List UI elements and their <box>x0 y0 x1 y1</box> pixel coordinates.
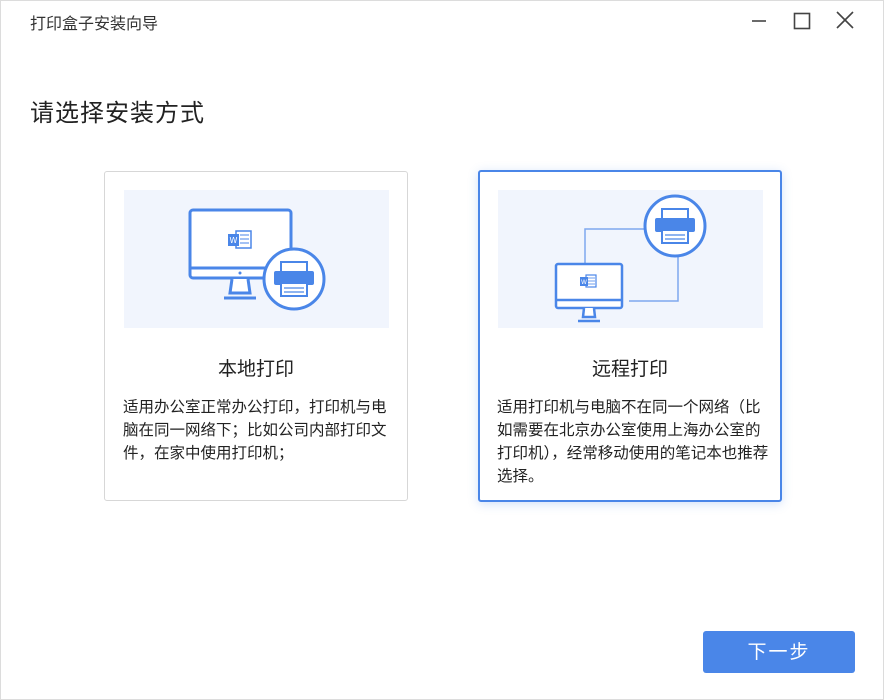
computer-icon <box>554 262 624 323</box>
close-button[interactable] <box>830 7 860 35</box>
window-title: 打印盒子安装向导 <box>30 14 159 33</box>
title-bar: 打印盒子安装向导 <box>1 1 883 41</box>
remote-print-illustration: W <box>498 190 763 328</box>
svg-text:W: W <box>581 279 587 286</box>
next-step-button[interactable]: 下一步 <box>703 631 855 673</box>
local-print-option[interactable]: W 本地打印 适用办公室正常办公打印，打印机与电脑在同一网络下；比如公司内部打印… <box>104 171 408 501</box>
option-title: 本地打印 <box>217 358 294 380</box>
remote-print-option[interactable]: W 远程打印 适用打印机与电脑不在同一个网络（比如需要在北京办公室使用上海办公室… <box>478 170 782 502</box>
printer-icon <box>262 247 326 311</box>
maximize-button[interactable] <box>787 7 817 35</box>
close-icon <box>836 11 854 29</box>
svg-text:W: W <box>230 236 238 245</box>
option-description: 适用打印机与电脑不在同一个网络（比如需要在北京办公室使用上海办公室的打印机），经… <box>497 398 769 485</box>
installer-window: 打印盒子安装向导 请选择安装方式 W 本地打印 适用办公室正常办公打印，打印机与… <box>0 0 884 700</box>
minimize-icon <box>752 20 766 22</box>
local-print-illustration: W <box>124 190 389 328</box>
option-description: 适用办公室正常办公打印，打印机与电脑在同一网络下；比如公司内部打印文件，在家中使… <box>123 398 387 462</box>
option-title: 远程打印 <box>591 358 668 380</box>
minimize-button[interactable] <box>744 7 774 35</box>
page-heading: 请选择安装方式 <box>30 99 205 127</box>
printer-icon <box>643 194 707 258</box>
maximize-icon <box>793 12 811 30</box>
